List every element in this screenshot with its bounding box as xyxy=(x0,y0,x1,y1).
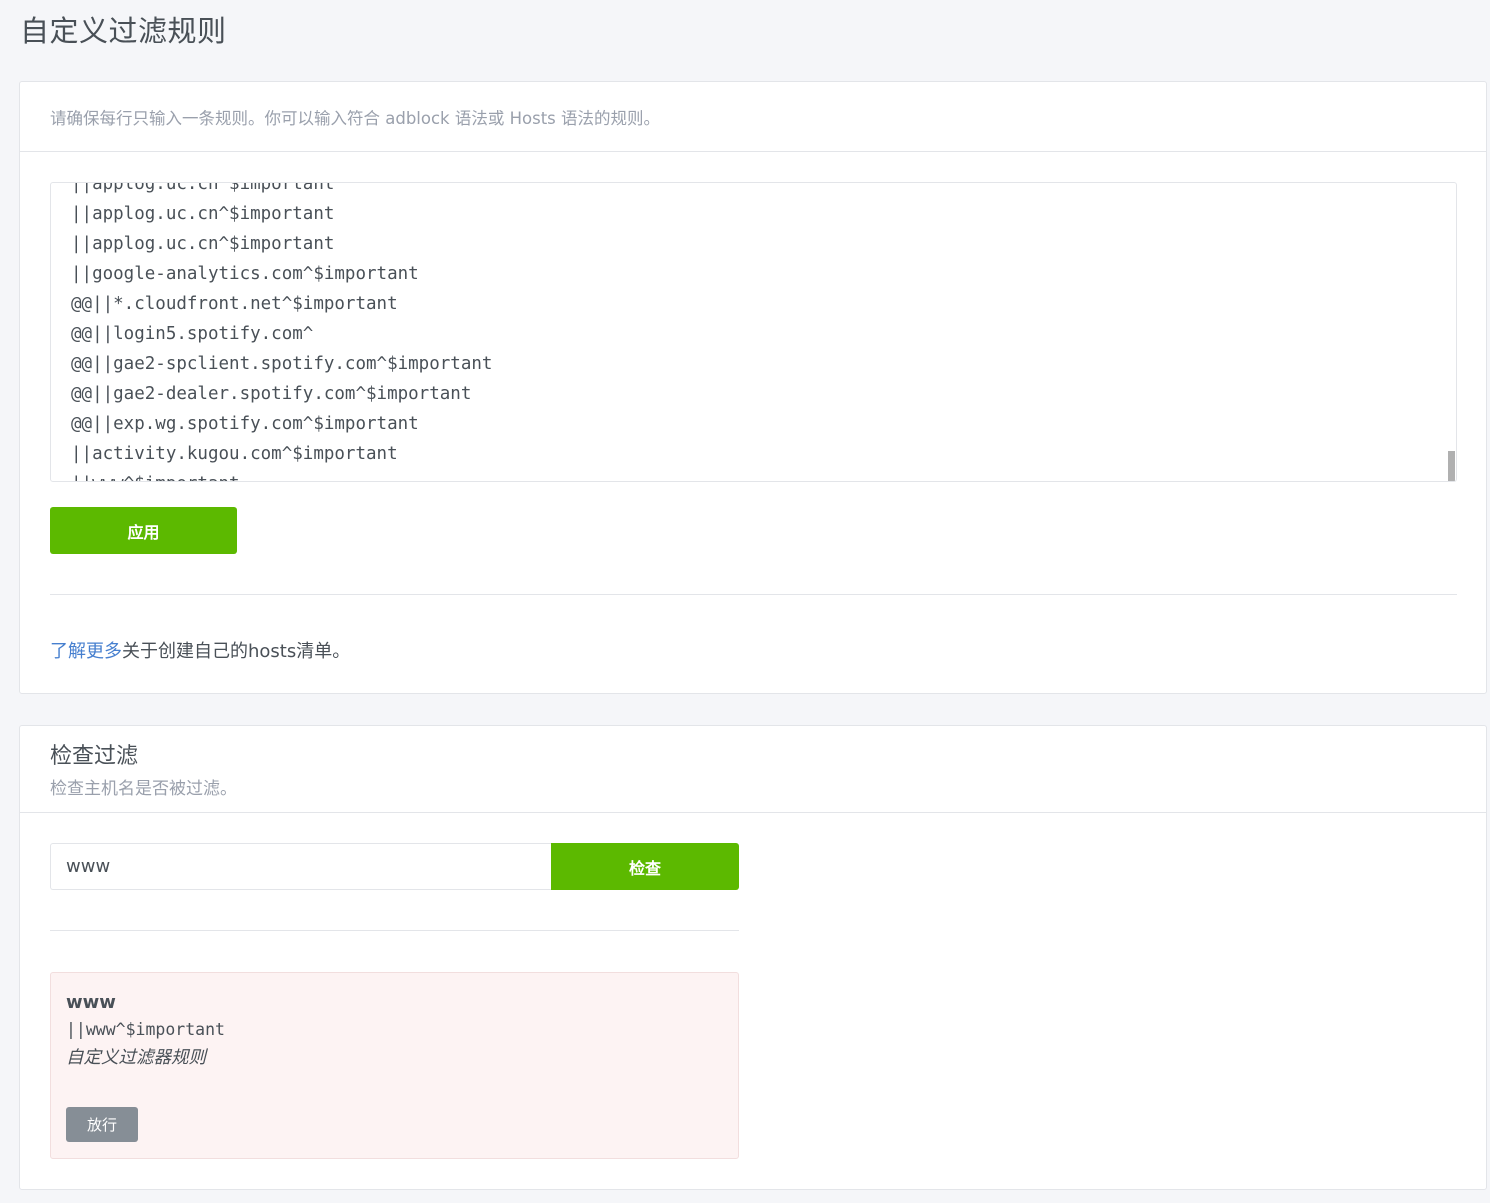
learn-more-link[interactable]: 了解更多 xyxy=(50,641,122,662)
apply-button[interactable]: 应用 xyxy=(50,507,237,554)
divider xyxy=(50,594,1457,595)
rule-line[interactable]: @@||gae2-dealer.spotify.com^$important xyxy=(71,379,492,409)
rule-line[interactable]: @@||gae2-spclient.spotify.com^$important xyxy=(71,349,492,379)
rule-line[interactable]: @@||login5.spotify.com^ xyxy=(71,319,492,349)
rule-line[interactable]: ||applog.uc.cn^$important xyxy=(71,183,492,199)
result-source: 自定义过滤器规则 xyxy=(66,1048,206,1068)
check-button[interactable]: 检查 xyxy=(551,843,739,890)
rules-scrollbar[interactable] xyxy=(1448,451,1455,481)
learn-more-text: 了解更多关于创建自己的hosts清单。 xyxy=(50,637,350,663)
rule-line[interactable]: ||applog.uc.cn^$important xyxy=(71,199,492,229)
rules-textarea[interactable]: ||applog.uc.cn^$important ||applog.uc.cn^… xyxy=(50,182,1457,482)
check-card-subtitle: 检查主机名是否被过滤。 xyxy=(50,779,237,799)
hostname-input[interactable] xyxy=(50,843,552,890)
check-result: www ||www^$important 自定义过滤器规则 放行 xyxy=(50,972,739,1159)
divider xyxy=(50,930,739,931)
rule-line[interactable]: @@||*.cloudfront.net^$important xyxy=(71,289,492,319)
page-title: 自定义过滤规则 xyxy=(20,14,227,48)
rule-line[interactable]: ||applog.uc.cn^$important xyxy=(71,229,492,259)
result-hostname: www xyxy=(66,992,116,1013)
learn-more-suffix: 关于创建自己的hosts清单。 xyxy=(122,641,351,662)
result-rule: ||www^$important xyxy=(66,1020,225,1039)
rules-description: 请确保每行只输入一条规则。你可以输入符合 adblock 语法或 Hosts 语… xyxy=(50,109,661,128)
check-card-header: 检查过滤 检查主机名是否被过滤。 xyxy=(20,726,1486,813)
unblock-button[interactable]: 放行 xyxy=(66,1107,138,1142)
rule-line[interactable]: @@||exp.wg.spotify.com^$important xyxy=(71,409,492,439)
rule-line[interactable]: ||www^$important xyxy=(71,469,492,481)
check-filtering-card: 检查过滤 检查主机名是否被过滤。 检查 www ||www^$important… xyxy=(19,725,1487,1190)
rule-line[interactable]: ||google-analytics.com^$important xyxy=(71,259,492,289)
rule-line[interactable]: ||activity.kugou.com^$important xyxy=(71,439,492,469)
rules-card-header: 请确保每行只输入一条规则。你可以输入符合 adblock 语法或 Hosts 语… xyxy=(20,82,1486,152)
custom-rules-card: 请确保每行只输入一条规则。你可以输入符合 adblock 语法或 Hosts 语… xyxy=(19,81,1487,694)
check-card-title: 检查过滤 xyxy=(50,744,139,769)
rules-list[interactable]: ||applog.uc.cn^$important ||applog.uc.cn^… xyxy=(71,183,492,481)
